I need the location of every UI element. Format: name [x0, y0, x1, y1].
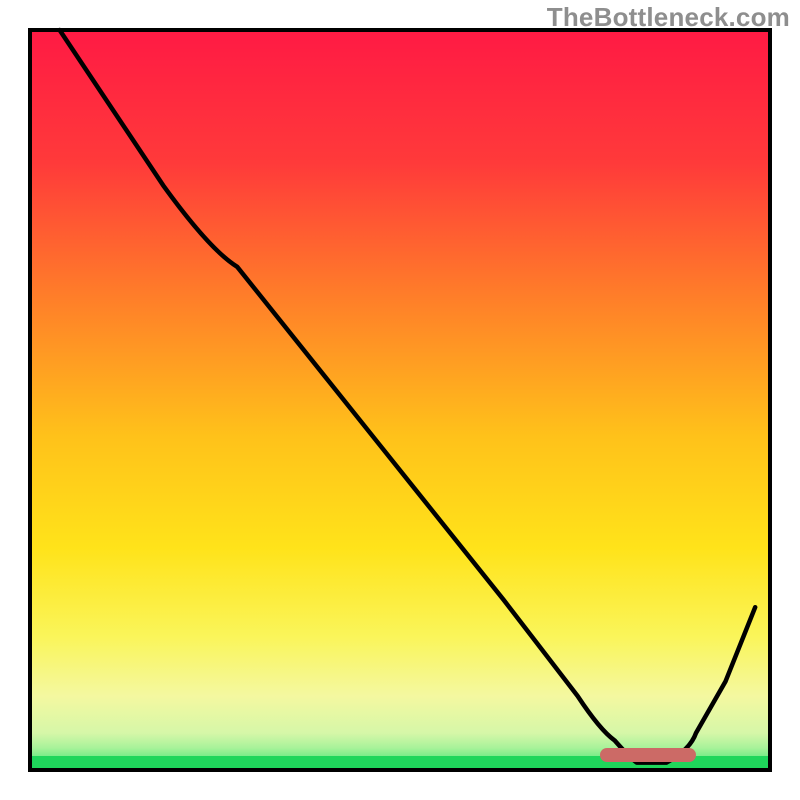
plot-area — [30, 30, 770, 770]
chart-svg — [0, 0, 800, 800]
chart-stage: TheBottleneck.com — [0, 0, 800, 800]
heatmap-background — [30, 30, 770, 770]
watermark-text: TheBottleneck.com — [547, 2, 790, 33]
optimal-region-marker — [600, 748, 696, 762]
